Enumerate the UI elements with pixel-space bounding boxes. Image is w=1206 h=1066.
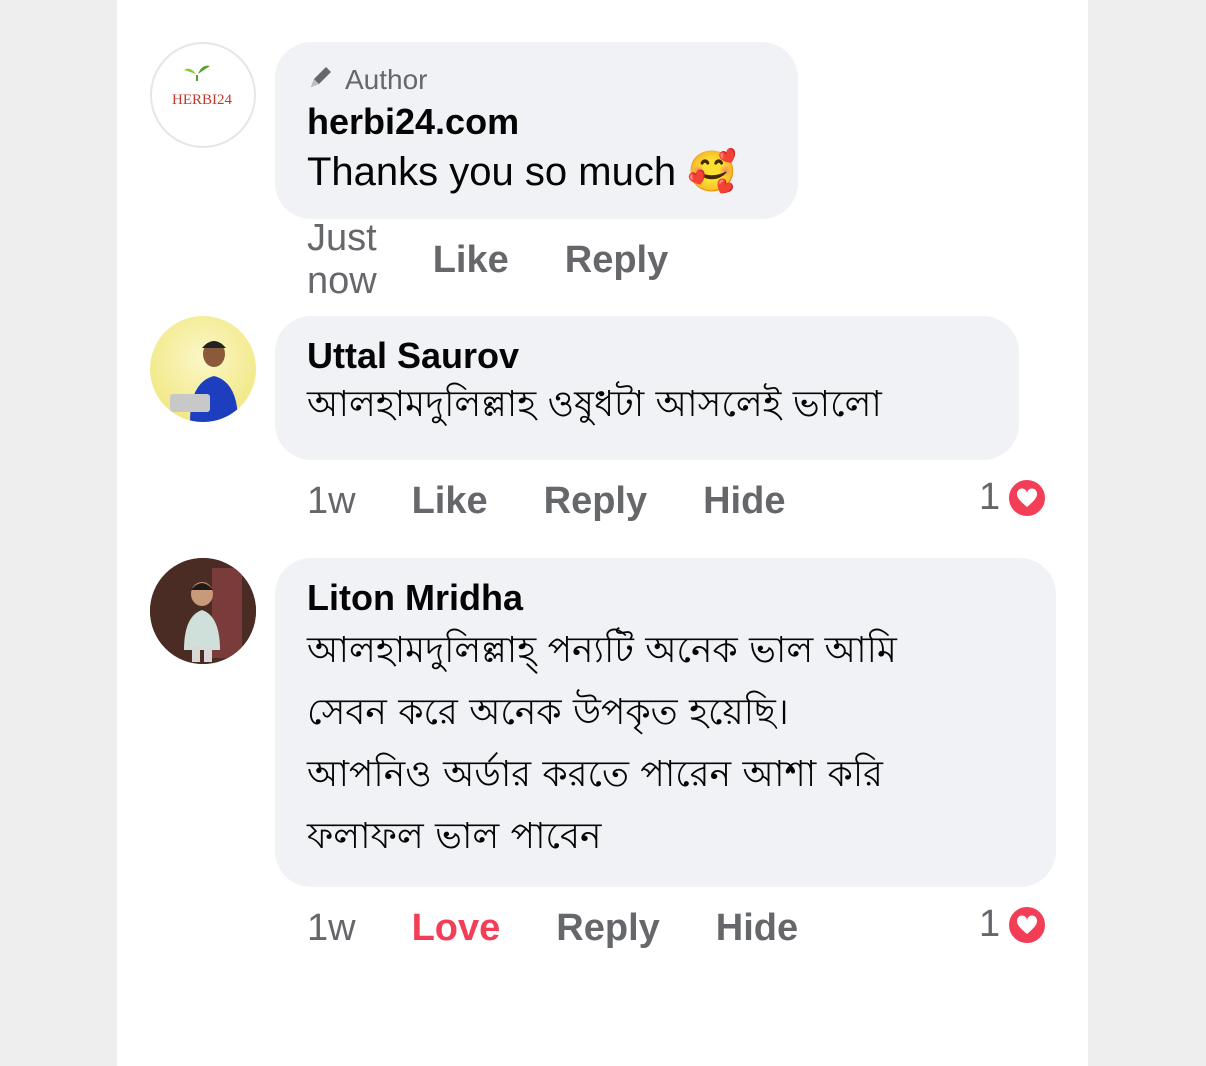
reaction-count: 1	[979, 903, 1001, 945]
comment-actions: 1w Like Reply Hide	[307, 477, 841, 525]
reply-button[interactable]: Reply	[565, 239, 668, 282]
comment-bubble: Liton Mridha আলহামদুলিল্লাহ্ পন্যটি অনেক…	[275, 558, 1056, 887]
comment-actions: Just now Like Reply	[307, 217, 724, 302]
avatar[interactable]	[150, 316, 256, 422]
comment-text-line: আপনিও অর্ডার করতে পারেন আশা করি	[307, 754, 883, 795]
author-badge: Author	[307, 62, 766, 98]
reaction-summary[interactable]: 1	[979, 476, 1049, 519]
heart-icon	[1006, 476, 1049, 519]
comment-bubble: Uttal Saurov আলহামদুলিল্লাহ ওষুধটা আসলেই…	[275, 316, 1019, 460]
comment-bubble: Author herbi24.com Thanks you so much 🥰	[275, 42, 798, 219]
comment-text-line: সেবন করে অনেক উপকৃত হয়েছি।	[307, 692, 789, 733]
like-button[interactable]: Like	[412, 480, 488, 523]
comments-panel: HERBI24 Author herbi24.com Thanks you so…	[117, 0, 1088, 1066]
comment-text-line: আলহামদুলিল্লাহ্ পন্যটি অনেক ভাল আমি	[307, 630, 897, 671]
child-avatar-image	[150, 558, 256, 664]
pencil-icon	[307, 63, 335, 98]
comment-actions: 1w Love Reply Hide	[307, 904, 854, 952]
comment-text: আলহামদুলিল্লাহ ওষুধটা আসলেই ভালো	[307, 384, 882, 425]
comment-text-body: Thanks you so much	[307, 150, 677, 194]
commenter-name[interactable]: herbi24.com	[307, 100, 766, 144]
like-button[interactable]: Like	[433, 239, 509, 282]
avatar[interactable]	[150, 558, 256, 664]
avatar[interactable]: HERBI24	[150, 42, 256, 148]
reaction-summary[interactable]: 1	[979, 903, 1049, 946]
comment-text-line: ফলাফল ভাল পাবেন	[307, 816, 602, 857]
logo-text: HERBI24	[172, 92, 233, 108]
commenter-name[interactable]: Uttal Saurov	[307, 334, 987, 378]
timestamp[interactable]: 1w	[307, 480, 356, 523]
heart-icon	[1006, 903, 1049, 946]
commenter-name[interactable]: Liton Mridha	[307, 576, 1024, 620]
person-avatar-image	[170, 341, 238, 422]
timestamp[interactable]: 1w	[307, 907, 356, 950]
hide-button[interactable]: Hide	[716, 907, 798, 950]
love-button[interactable]: Love	[412, 907, 501, 950]
author-label: Author	[345, 64, 428, 95]
smiling-hearts-emoji-icon: 🥰	[687, 149, 737, 195]
reaction-count: 1	[979, 476, 1001, 518]
comment-text: আলহামদুলিল্লাহ্ পন্যটি অনেক ভাল আমি সেবন…	[307, 620, 1024, 868]
comment-text: Thanks you so much 🥰	[307, 144, 766, 200]
herbi24-logo: HERBI24	[172, 65, 233, 108]
reply-button[interactable]: Reply	[556, 907, 659, 950]
timestamp[interactable]: Just now	[307, 217, 377, 303]
hide-button[interactable]: Hide	[703, 480, 785, 523]
reply-button[interactable]: Reply	[544, 480, 647, 523]
